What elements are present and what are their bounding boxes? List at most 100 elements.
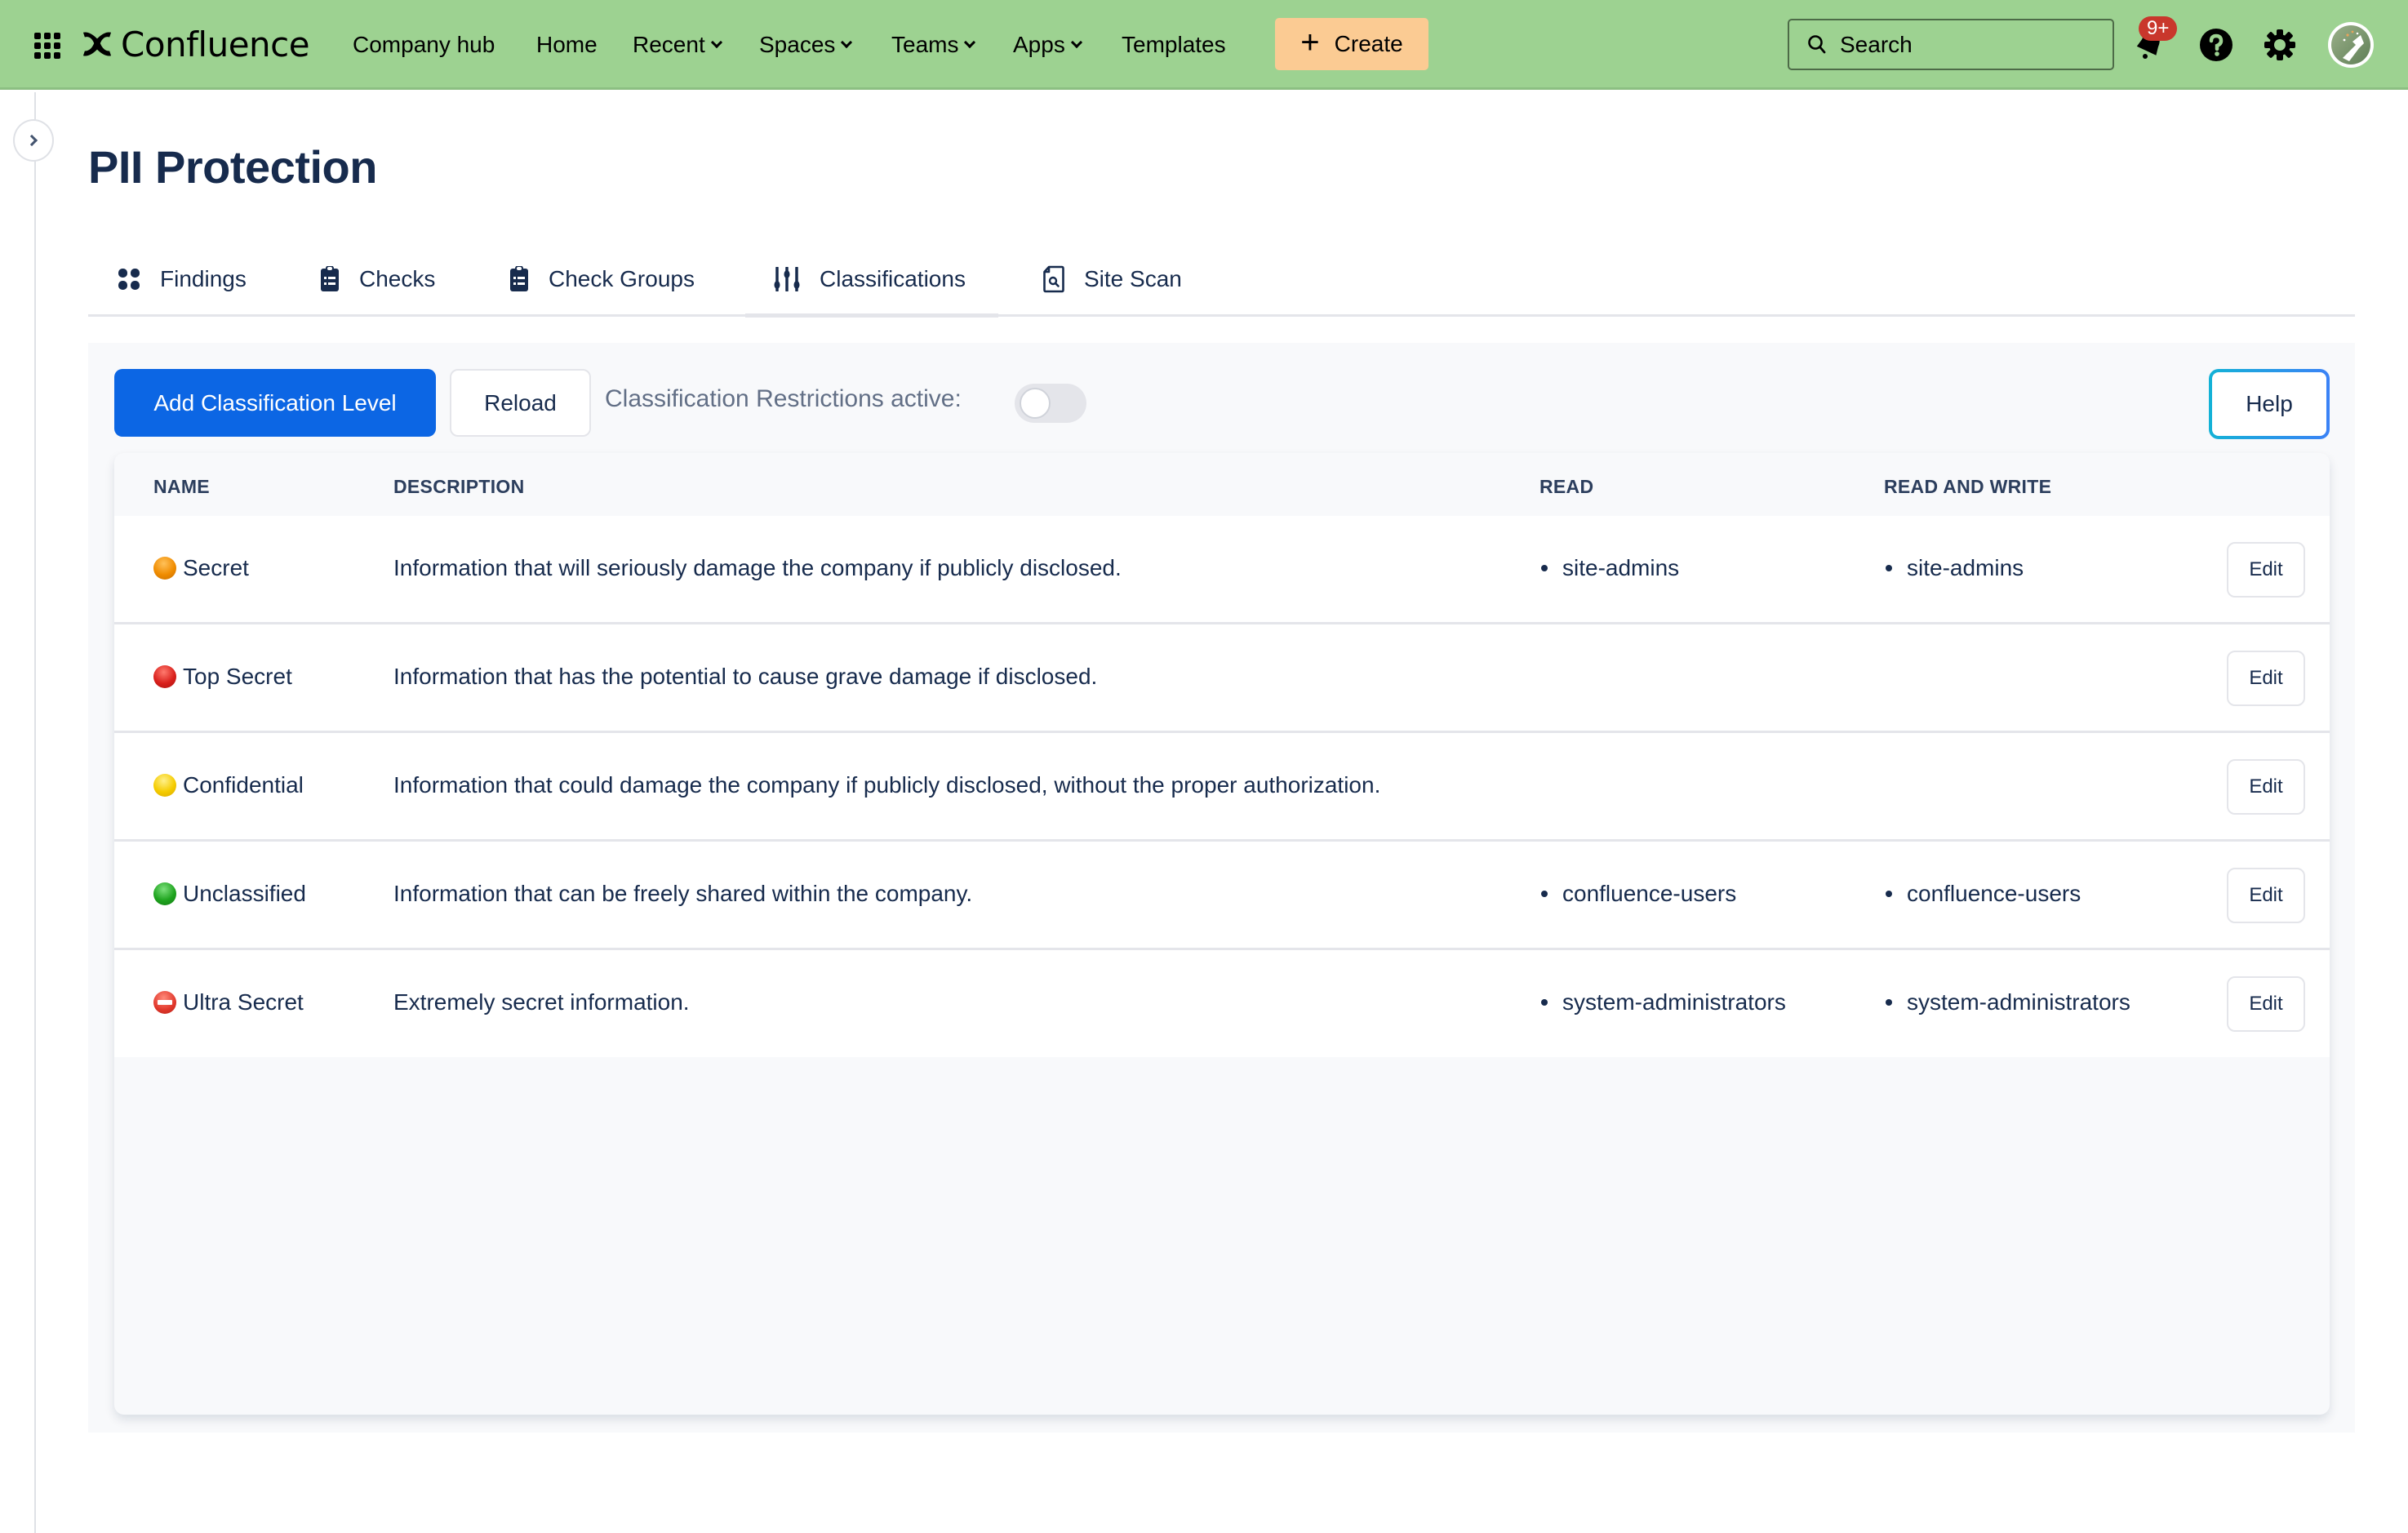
nav-recent[interactable]: Recent: [633, 28, 722, 62]
tab-site-scan[interactable]: Site Scan: [1043, 255, 1182, 304]
read-group: system-administrators: [1541, 989, 1786, 1015]
edit-button[interactable]: Edit: [2227, 651, 2305, 706]
classification-description: Information that will seriously damage t…: [393, 555, 1122, 580]
orange-circle-icon: [153, 557, 176, 580]
read-write-group: confluence-users: [1886, 881, 2081, 907]
bullet-icon: [1886, 999, 1892, 1006]
grid-icon: [118, 269, 140, 290]
restrictions-toggle[interactable]: [1015, 384, 1086, 423]
name-text: Unclassified: [183, 881, 306, 906]
reload-button[interactable]: Reload: [450, 369, 591, 437]
nav-company-hub[interactable]: Company hub: [353, 28, 495, 62]
add-classification-level-button[interactable]: Add Classification Level: [114, 369, 436, 437]
column-header-description[interactable]: DESCRIPTION: [393, 476, 524, 498]
chevron-down-icon: [841, 36, 853, 48]
tab-label: Findings: [160, 266, 247, 291]
expand-sidebar-button[interactable]: [13, 119, 54, 162]
restrictions-toggle-label: Classification Restrictions active:: [605, 385, 962, 412]
sidebar-divider: [34, 92, 36, 1533]
tab-findings[interactable]: Findings: [118, 255, 247, 304]
chevron-down-icon: [710, 36, 722, 48]
red-circle-icon: [153, 665, 176, 688]
tab-label: Site Scan: [1084, 266, 1182, 291]
nav-home[interactable]: Home: [536, 28, 598, 62]
confluence-logo-icon: [82, 32, 112, 56]
help-icon: [2200, 29, 2233, 61]
classifications-panel: Add Classification Level Reload Classifi…: [88, 343, 2355, 1433]
nav-label: Apps: [1013, 32, 1065, 57]
column-header-read[interactable]: READ: [1539, 476, 1593, 498]
help-button[interactable]: Help: [2209, 369, 2330, 439]
active-tab-indicator: [745, 313, 998, 318]
settings-button[interactable]: [2259, 24, 2300, 65]
classification-description: Information that has the potential to ca…: [393, 664, 1098, 689]
tab-classifications[interactable]: Classifications: [774, 255, 966, 304]
edit-button[interactable]: Edit: [2227, 868, 2305, 923]
group-name: confluence-users: [1562, 881, 1737, 906]
nav-teams[interactable]: Teams: [891, 28, 976, 62]
group-name: site-admins: [1907, 555, 2024, 580]
tab-label: Check Groups: [549, 266, 695, 291]
group-name: system-administrators: [1562, 989, 1786, 1015]
table-row: Ultra Secret Extremely secret informatio…: [114, 950, 2330, 1057]
nav-label: Teams: [891, 32, 959, 57]
edit-button[interactable]: Edit: [2227, 542, 2305, 598]
nav-label: Home: [536, 32, 598, 57]
table-row: Top Secret Information that has the pote…: [114, 624, 2330, 733]
confluence-logo[interactable]: Confluence: [82, 21, 310, 67]
apps-grid-icon[interactable]: [34, 33, 62, 59]
classification-name: Top Secret: [153, 664, 292, 690]
create-label: Create: [1334, 31, 1403, 56]
tab-label: Checks: [359, 266, 436, 291]
group-name: system-administrators: [1907, 989, 2130, 1015]
nav-label: Company hub: [353, 32, 495, 57]
group-name: confluence-users: [1907, 881, 2081, 906]
search-input[interactable]: Search: [1788, 19, 2114, 70]
avatar[interactable]: [2328, 22, 2374, 68]
name-text: Confidential: [183, 772, 304, 798]
nav-label: Recent: [633, 32, 705, 57]
chevron-down-icon: [1070, 36, 1082, 48]
top-navigation-bar: Confluence Company hub Home Recent Space…: [0, 0, 2408, 90]
name-text: Ultra Secret: [183, 989, 304, 1015]
hammer-icon: [2343, 30, 2364, 61]
classification-name: Unclassified: [153, 881, 306, 907]
column-header-read-write[interactable]: READ AND WRITE: [1884, 476, 2051, 498]
bullet-icon: [1886, 565, 1892, 571]
read-write-group: site-admins: [1886, 555, 2024, 581]
search-icon: [1808, 34, 1826, 53]
chevron-down-icon: [964, 36, 976, 48]
bullet-icon: [1541, 891, 1548, 897]
name-text: Top Secret: [183, 664, 292, 689]
table-header: NAME DESCRIPTION READ READ AND WRITE: [114, 453, 2330, 516]
no-entry-icon: [153, 991, 176, 1014]
group-name: site-admins: [1562, 555, 1680, 580]
table-row: Secret Information that will seriously d…: [114, 516, 2330, 624]
plus-icon: +: [1300, 24, 1320, 60]
help-button[interactable]: [2196, 24, 2237, 65]
tab-bar: Findings Checks Check Groups Classificat…: [88, 245, 2355, 318]
search-placeholder: Search: [1840, 31, 1913, 57]
tab-check-groups[interactable]: Check Groups: [509, 255, 695, 304]
nav-apps[interactable]: Apps: [1013, 28, 1082, 62]
read-group: site-admins: [1541, 555, 1679, 581]
bullet-icon: [1541, 999, 1548, 1006]
edit-button[interactable]: Edit: [2227, 976, 2305, 1032]
clipboard-icon: [510, 266, 528, 291]
table-row: Confidential Information that could dama…: [114, 733, 2330, 842]
edit-button[interactable]: Edit: [2227, 759, 2305, 815]
bullet-icon: [1886, 891, 1892, 897]
classification-description: Information that can be freely shared wi…: [393, 881, 973, 906]
read-write-group: system-administrators: [1886, 989, 2130, 1015]
nav-label: Templates: [1122, 32, 1226, 57]
tab-checks[interactable]: Checks: [320, 255, 435, 304]
create-button[interactable]: + Create: [1275, 18, 1428, 70]
yellow-circle-icon: [153, 774, 176, 797]
nav-templates[interactable]: Templates: [1122, 28, 1226, 62]
column-header-name[interactable]: NAME: [153, 476, 210, 498]
avatar-image: [2331, 25, 2370, 64]
nav-spaces[interactable]: Spaces: [759, 28, 853, 62]
classification-name: Ultra Secret: [153, 989, 304, 1015]
read-group: confluence-users: [1541, 881, 1736, 907]
nav-label: Spaces: [759, 32, 836, 57]
